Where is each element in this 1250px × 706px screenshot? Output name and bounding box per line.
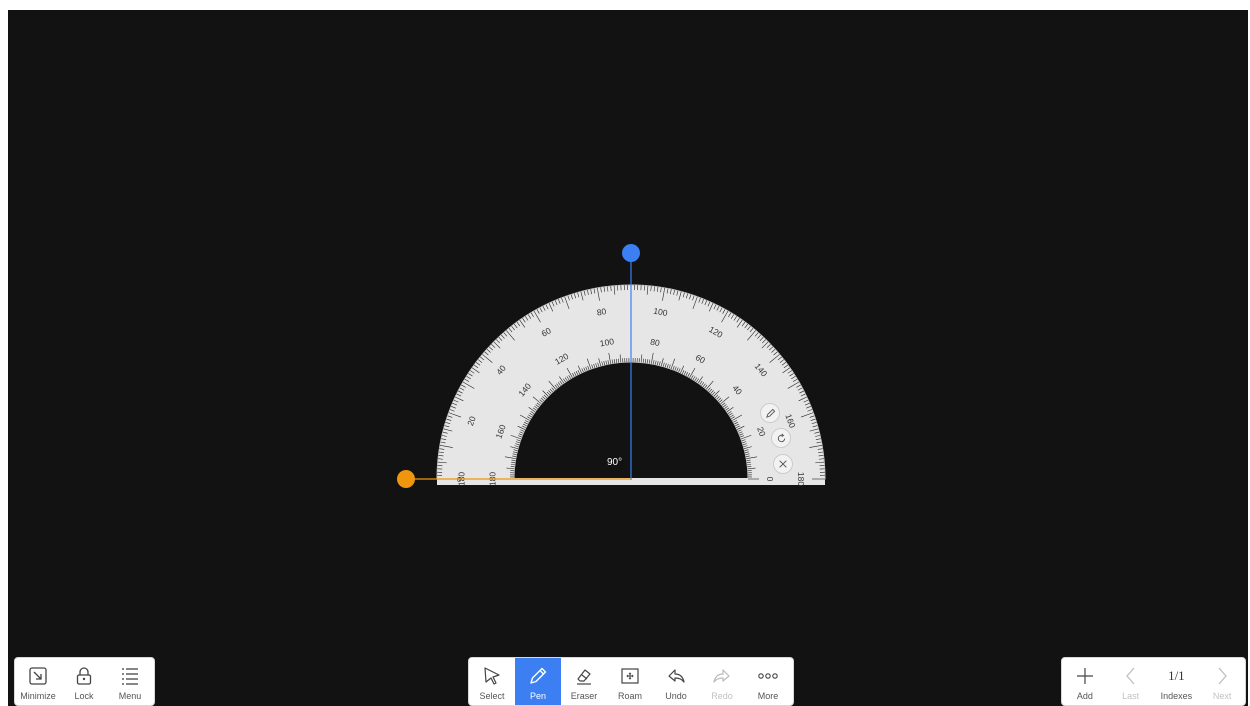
close-icon — [779, 460, 787, 468]
lock-label: Lock — [74, 691, 94, 701]
rotate-handle-blue[interactable] — [622, 244, 640, 262]
rotate-icon — [777, 433, 785, 442]
rotate-handle-orange[interactable] — [397, 470, 415, 488]
last-page-button[interactable]: Last — [1108, 658, 1154, 705]
inner-scale-label: 80 — [650, 337, 661, 349]
menu-button[interactable]: Menu — [107, 658, 153, 705]
protractor-close-button[interactable] — [773, 454, 793, 474]
roam-label: Roam — [617, 691, 642, 701]
select-label: Select — [479, 691, 505, 701]
redo-button[interactable]: Redo — [699, 658, 745, 705]
base-scale-label: 0 — [457, 477, 461, 484]
select-button[interactable]: Select — [469, 658, 515, 705]
lock-button[interactable]: Lock — [61, 658, 107, 705]
minimize-button[interactable]: Minimize — [15, 658, 61, 705]
pen-icon — [530, 667, 547, 684]
indexes-button[interactable]: 1/1 Indexes — [1154, 658, 1200, 705]
minimize-label: Minimize — [20, 691, 56, 701]
select-arrow-icon — [484, 667, 500, 685]
right-toolbar: Add Last 1/1 Indexes Next — [1061, 657, 1246, 706]
minimize-icon — [29, 667, 47, 685]
pen-label: Pen — [529, 691, 546, 701]
roam-icon — [621, 668, 639, 684]
redo-label: Redo — [711, 691, 733, 701]
left-toolbar: Minimize Lock Menu — [14, 657, 155, 706]
eraser-label: Eraser — [570, 691, 598, 701]
lock-icon — [76, 667, 92, 685]
inner-scale-label: 0 — [765, 477, 775, 482]
outer-scale-label: 80 — [596, 306, 607, 318]
center-toolbar: Select Pen Eraser Roam Undo Redo More — [468, 657, 794, 706]
undo-label: Undo — [665, 691, 687, 701]
menu-icon — [122, 668, 138, 685]
more-label: More — [757, 691, 779, 701]
more-icon — [758, 673, 778, 679]
chevron-right-icon — [1218, 667, 1227, 685]
outer-scale-label: 180 — [796, 472, 806, 486]
plus-icon — [1076, 668, 1093, 684]
next-label: Next — [1212, 691, 1232, 701]
undo-icon — [668, 669, 685, 683]
last-label: Last — [1122, 691, 1140, 701]
next-page-button[interactable]: Next — [1199, 658, 1245, 705]
redo-icon — [713, 669, 730, 683]
protractor[interactable]: 18020406080 10012014016018018016014012010… — [0, 0, 1250, 706]
pen-button[interactable]: Pen — [515, 658, 561, 705]
chevron-left-icon — [1125, 667, 1135, 685]
roam-button[interactable]: Roam — [607, 658, 653, 705]
protractor-rotate-button[interactable] — [771, 428, 791, 448]
page-number: 1/1 — [1168, 668, 1185, 683]
indexes-label: Indexes — [1160, 691, 1193, 701]
menu-label: Menu — [118, 691, 142, 701]
more-button[interactable]: More — [745, 658, 791, 705]
pencil-icon — [765, 408, 775, 418]
undo-button[interactable]: Undo — [653, 658, 699, 705]
angle-readout: 90° — [607, 457, 623, 468]
add-label: Add — [1076, 691, 1093, 701]
eraser-button[interactable]: Eraser — [561, 658, 607, 705]
protractor-pencil-button[interactable] — [760, 403, 780, 423]
add-page-button[interactable]: Add — [1062, 658, 1108, 705]
eraser-icon — [577, 669, 591, 685]
